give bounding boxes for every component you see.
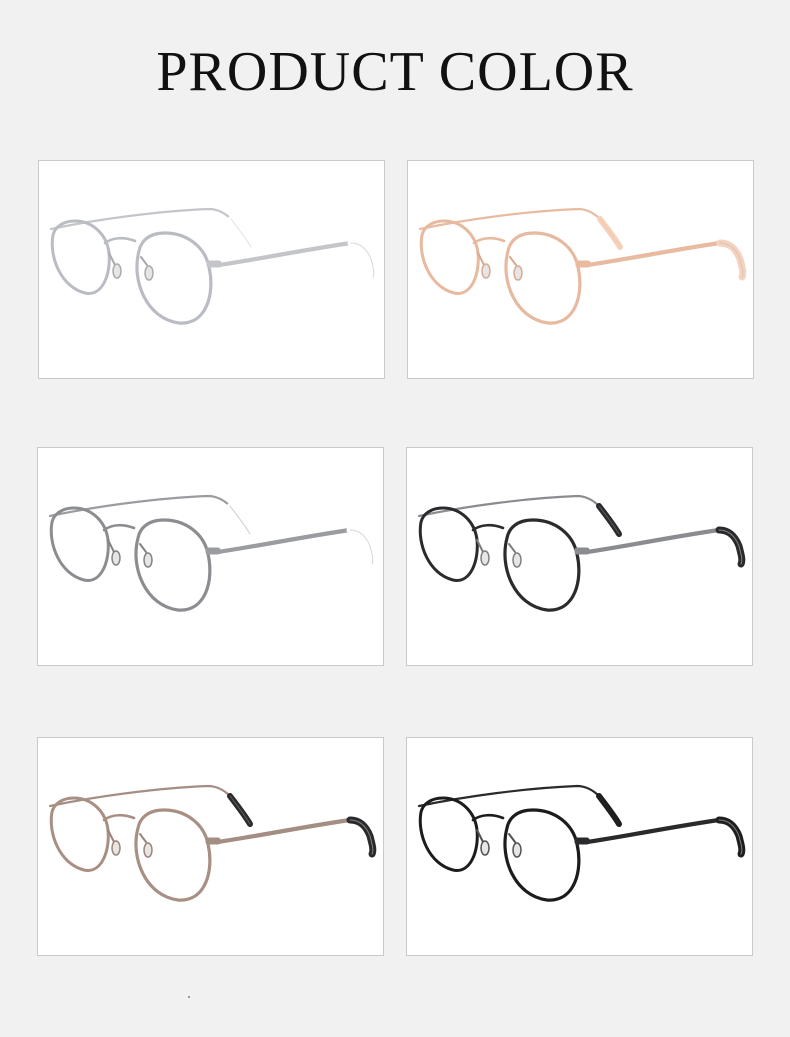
far-temple [417,784,601,808]
eyeglasses-image [48,494,377,612]
far-temple [48,494,232,518]
stray-dot [188,996,190,998]
bridge [471,813,505,822]
nose-pad-right [143,552,153,568]
left-lens-rim [50,219,111,295]
nose-pad-left [112,263,122,279]
far-temple [48,784,232,808]
left-lens-rim [418,796,479,872]
product-color-card-5[interactable] [37,737,384,956]
eyeglasses-image [417,784,746,902]
bridge [472,236,506,245]
left-lens-rim [419,219,480,295]
bridge [471,523,505,532]
bridge [103,236,137,245]
left-lens-rim [49,506,110,582]
near-temple-tip [346,816,377,858]
near-temple-tip [715,526,746,568]
near-temple [216,240,354,268]
page-title: PRODUCT COLOR [156,41,634,103]
eyeglasses-image [49,207,378,325]
eyeglasses-image [48,784,377,902]
near-temple-tip [715,816,746,858]
near-temple [215,817,353,845]
nose-pad-left [481,263,491,279]
product-color-card-3[interactable] [37,447,384,666]
far-temple [417,494,601,518]
far-temple [49,207,233,231]
product-color-card-4[interactable] [406,447,753,666]
nose-pad-left [480,840,490,856]
left-lens-rim [418,506,479,582]
nose-pad-right [512,842,522,858]
near-temple [584,817,722,845]
far-temple [418,207,602,231]
left-lens-rim [49,796,110,872]
nose-pad-left [111,550,121,566]
nose-pad-right [512,552,522,568]
near-temple-tip [346,526,377,568]
eyeglasses-image [417,494,746,612]
bridge [102,813,136,822]
bridge [102,523,136,532]
near-temple [215,527,353,555]
nose-pad-right [143,842,153,858]
nose-pad-right [513,265,523,281]
near-temple [585,240,723,268]
product-color-card-6[interactable] [406,737,753,956]
near-temple [584,527,722,555]
product-color-card-2[interactable] [407,160,754,379]
nose-pad-left [480,550,490,566]
near-temple-tip [716,239,747,281]
product-color-card-1[interactable] [38,160,385,379]
nose-pad-right [144,265,154,281]
near-temple-tip [347,239,378,281]
eyeglasses-image [418,207,747,325]
nose-pad-left [111,840,121,856]
